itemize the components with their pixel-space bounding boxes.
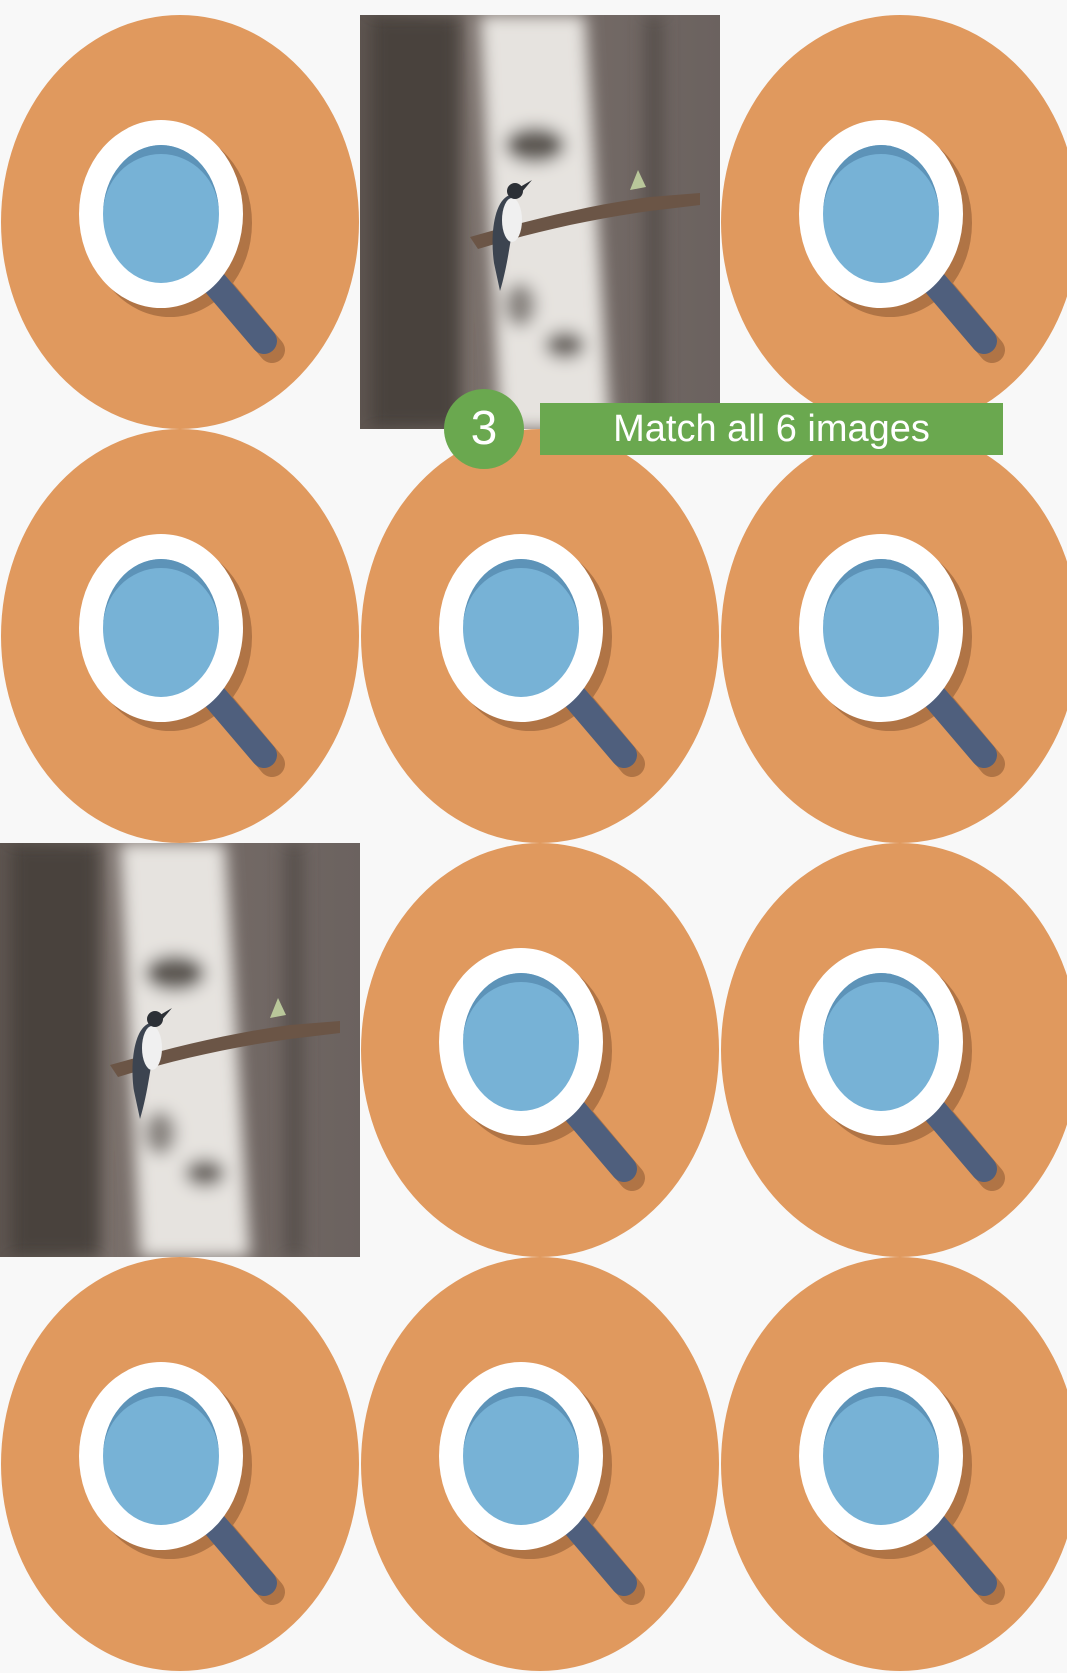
memory-card-revealed[interactable] (0, 843, 360, 1257)
memory-card[interactable] (360, 1257, 720, 1671)
memory-card[interactable] (720, 843, 1067, 1257)
memory-card[interactable] (0, 15, 360, 429)
memory-game-board: 3 Match all 6 images (0, 0, 1067, 1673)
memory-card[interactable] (720, 429, 1067, 843)
status-banner: Match all 6 images (540, 403, 1003, 455)
memory-card[interactable] (0, 429, 360, 843)
memory-card[interactable] (720, 1257, 1067, 1671)
memory-card-revealed[interactable] (360, 15, 720, 429)
instruction-text: Match all 6 images (613, 408, 930, 450)
memory-card[interactable] (360, 429, 720, 843)
tries-counter: 3 (444, 389, 524, 469)
tries-count-text: 3 (470, 402, 498, 455)
memory-card[interactable] (720, 15, 1067, 429)
memory-card[interactable] (0, 1257, 360, 1671)
memory-card[interactable] (360, 843, 720, 1257)
